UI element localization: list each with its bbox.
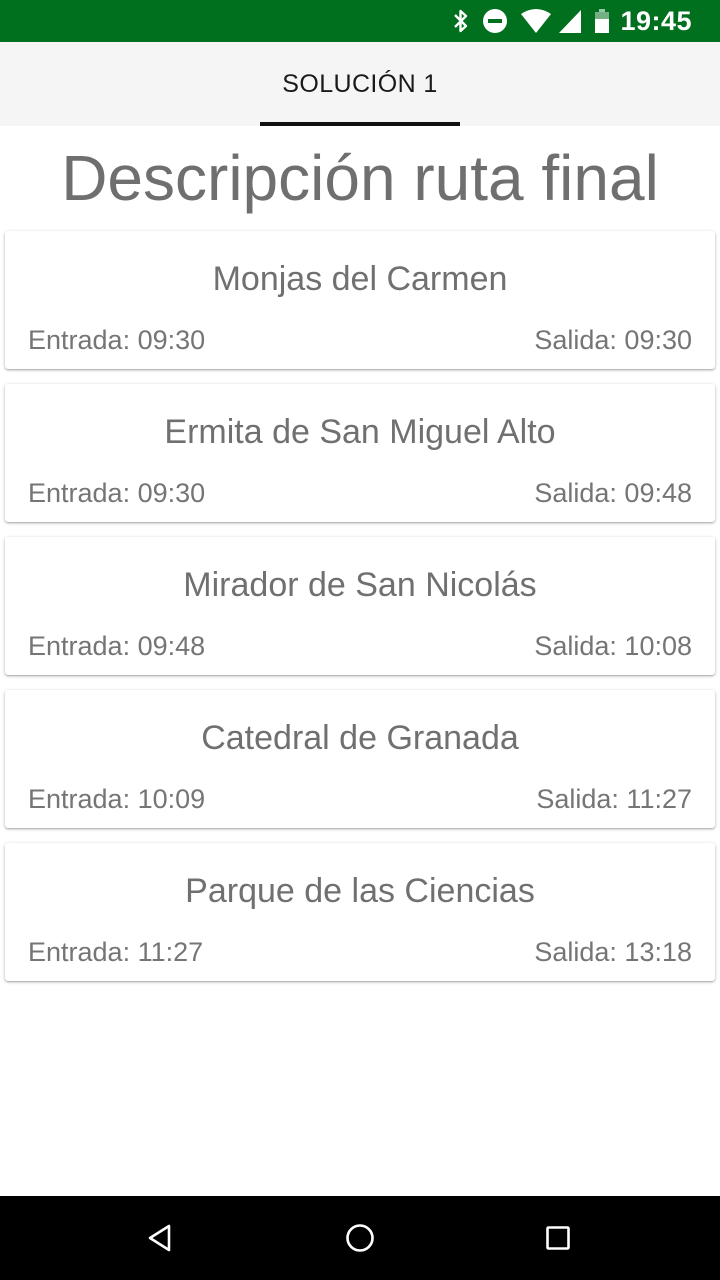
stop-name: Mirador de San Nicolás [183, 566, 537, 604]
route-stop-card[interactable]: Monjas del Carmen Entrada: 09:30 Salida:… [5, 231, 715, 369]
status-bar: 19:45 [0, 0, 720, 42]
status-time: 19:45 [620, 5, 692, 36]
tab-indicator [260, 122, 460, 126]
route-stops-list: Monjas del Carmen Entrada: 09:30 Salida:… [5, 231, 715, 996]
stop-entry-time: Entrada: 09:48 [28, 631, 206, 661]
stop-entry-time: Entrada: 10:09 [28, 784, 206, 814]
stop-exit-time: Salida: 13:18 [534, 937, 692, 967]
stop-exit-time: Salida: 10:08 [534, 631, 692, 661]
tab-bar: SOLUCIÓN 1 [0, 42, 720, 126]
page-title: Descripción ruta final [61, 142, 659, 214]
back-icon[interactable] [138, 1216, 182, 1260]
home-icon[interactable] [338, 1216, 382, 1260]
stop-name: Parque de las Ciencias [185, 872, 535, 910]
stop-name: Monjas del Carmen [212, 260, 508, 298]
stop-exit-time: Salida: 09:48 [534, 478, 692, 508]
stop-exit-time: Salida: 09:30 [534, 325, 692, 355]
wifi-icon [520, 8, 552, 34]
route-stop-card[interactable]: Parque de las Ciencias Entrada: 11:27 Sa… [5, 843, 715, 981]
stop-entry-time: Entrada: 11:27 [28, 937, 204, 967]
recents-icon[interactable] [536, 1216, 580, 1260]
stop-entry-time: Entrada: 09:30 [28, 325, 206, 355]
stop-entry-time: Entrada: 09:30 [28, 478, 206, 508]
route-stop-card[interactable]: Catedral de Granada Entrada: 10:09 Salid… [5, 690, 715, 828]
signal-icon [558, 8, 582, 34]
bluetooth-icon [452, 8, 470, 34]
tab-solucion-1[interactable]: SOLUCIÓN 1 [260, 42, 460, 126]
stop-exit-time: Salida: 11:27 [536, 784, 692, 814]
battery-icon [594, 8, 610, 34]
route-stop-card[interactable]: Ermita de San Miguel Alto Entrada: 09:30… [5, 384, 715, 522]
stop-name: Ermita de San Miguel Alto [164, 413, 556, 451]
do-not-disturb-icon [482, 8, 508, 34]
stop-name: Catedral de Granada [201, 719, 519, 757]
route-stop-card[interactable]: Mirador de San Nicolás Entrada: 09:48 Sa… [5, 537, 715, 675]
navigation-bar [0, 1196, 720, 1280]
status-icons: 19:45 [440, 0, 692, 42]
